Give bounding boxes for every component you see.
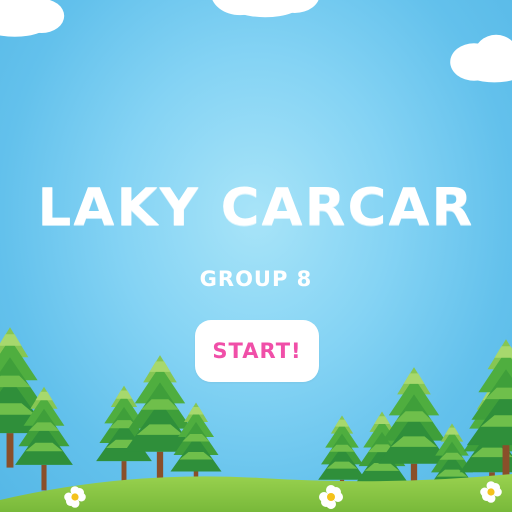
start-button[interactable]: START! — [195, 320, 319, 382]
background-scene — [0, 0, 512, 512]
cloud-top-center — [210, 0, 320, 18]
cloud-top-right — [450, 34, 512, 83]
title-screen: LAKY CARCAR GROUP 8 START! — [0, 0, 512, 512]
cloud-top-left — [0, 0, 65, 37]
group-subtitle: GROUP 8 — [199, 267, 313, 291]
game-title: LAKY CARCAR — [37, 178, 475, 238]
